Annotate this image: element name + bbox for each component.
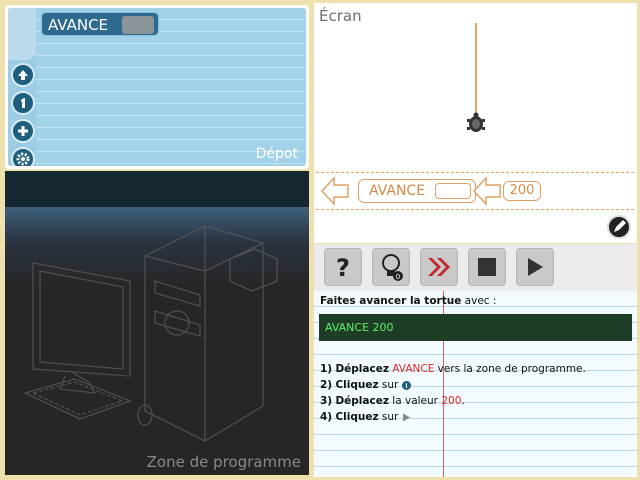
step-1: 1) Déplacez AVANCE vers la zone de progr… <box>320 361 586 377</box>
step-4: 4) Cliquez sur <box>320 409 586 425</box>
arrow-left-icon-2 <box>472 176 501 206</box>
step-4-number: 4) <box>320 411 333 423</box>
instruction-intro-rest: avec : <box>461 295 497 307</box>
play-button[interactable] <box>516 248 554 286</box>
plus-icon[interactable] <box>11 119 35 143</box>
svg-text:?: ? <box>336 254 350 280</box>
arrow-left-icon <box>320 176 349 206</box>
step-1-rest: vers la zone de programme. <box>434 363 586 375</box>
help-button[interactable]: ? <box>324 248 362 286</box>
lightbulb-icon: 0 <box>382 254 403 281</box>
step-1-verb: Déplacez <box>335 363 389 375</box>
drop-zone[interactable]: AVANCE 200 <box>316 172 634 210</box>
double-chevron-icon <box>428 258 450 276</box>
hint-counter: 0 <box>396 273 400 281</box>
zone-value-200[interactable]: 200 <box>503 181 541 201</box>
depot-toolbar <box>8 8 36 166</box>
depot-label: Dépot <box>255 146 298 162</box>
pen-tool-icon[interactable] <box>607 215 631 239</box>
programme-zone[interactable]: Zone de programme <box>5 171 309 475</box>
upload-icon[interactable] <box>11 63 35 87</box>
step-2: 2) Cliquez sur <box>320 377 586 393</box>
one-icon[interactable] <box>11 91 35 115</box>
step-2-verb: Cliquez <box>335 379 379 391</box>
step-1-highlight: AVANCE <box>392 363 435 375</box>
instruction-intro: Faites avancer la tortue avec : <box>320 295 496 307</box>
instruction-intro-bold: Faites avancer la tortue <box>320 295 462 307</box>
depot-tab <box>8 8 36 60</box>
zone-avance-label: AVANCE <box>369 183 426 199</box>
avance-command-block[interactable]: AVANCE <box>41 12 159 36</box>
step-2-number: 2) <box>320 379 333 391</box>
play-icon <box>528 258 543 276</box>
depot-panel: AVANCE Dépot <box>5 5 309 169</box>
hint-button[interactable]: 0 <box>372 248 410 286</box>
step-4-rest: sur <box>378 411 399 423</box>
instruction-steps: 1) Déplacez AVANCE vers la zone de progr… <box>320 361 586 425</box>
turtle-trail <box>475 23 477 115</box>
step-3-tail: . <box>461 395 465 407</box>
step-2-rest: sur <box>378 379 399 391</box>
screen-title: Écran <box>319 7 362 25</box>
help-panel: ? 0 Faites avancer la tortue avec: AVAN… <box>314 244 637 477</box>
step-3-verb: Déplacez <box>335 395 389 407</box>
depot-area: AVANCE Dépot <box>8 8 306 166</box>
fast-forward-button[interactable] <box>420 248 458 286</box>
zone-avance-block[interactable]: AVANCE <box>358 179 476 203</box>
instructions-notebook: Faites avancer la tortue avec : AVANCE 2… <box>314 291 637 477</box>
zone-value-slot[interactable] <box>435 183 471 199</box>
stop-icon <box>478 258 496 276</box>
step-1-number: 1) <box>320 363 333 375</box>
question-icon: ? <box>336 254 350 280</box>
step-4-verb: Cliquez <box>335 411 379 423</box>
step-3-number: 3) <box>320 395 333 407</box>
gear-icon[interactable] <box>11 147 35 166</box>
avance-command-label: AVANCE <box>48 16 109 34</box>
one-icon-inline <box>401 380 411 390</box>
turtle-icon <box>467 112 485 132</box>
help-toolbar: ? 0 <box>314 244 637 291</box>
step-3: 3) Déplacez la valeur 200. <box>320 393 586 409</box>
stop-button[interactable] <box>468 248 506 286</box>
play-icon-inline <box>402 413 410 421</box>
screen-panel: Écran AVANCE 200 <box>314 3 637 243</box>
computer-illustration <box>23 225 278 442</box>
programme-zone-label: Zone de programme <box>146 453 301 471</box>
step-3-rest: la valeur <box>388 395 442 407</box>
avance-value-slot[interactable] <box>122 16 154 34</box>
code-example: AVANCE 200 <box>319 314 632 341</box>
step-3-highlight: 200 <box>441 395 462 407</box>
